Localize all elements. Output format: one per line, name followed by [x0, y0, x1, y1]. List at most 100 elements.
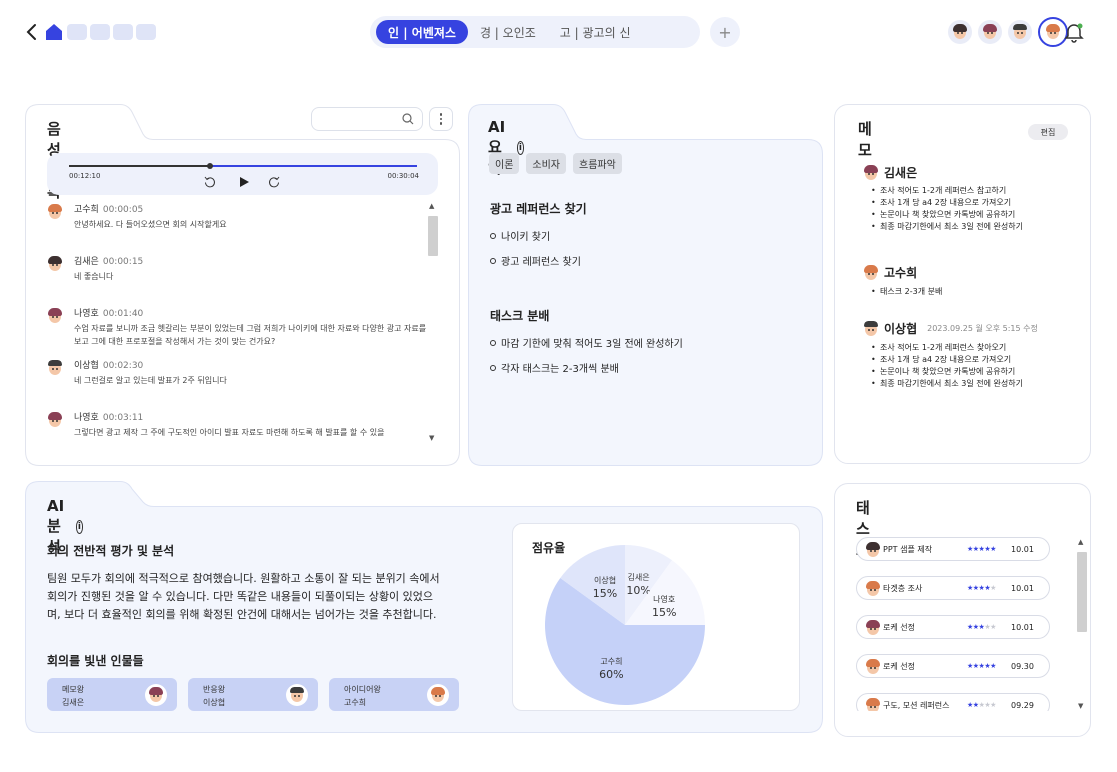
task-item[interactable]: PPT 샘플 제작 ★★★★★ 10.01 [856, 537, 1050, 561]
total-time: 00:30:04 [387, 172, 419, 180]
tab-ad-god[interactable]: 고 | 광고의 신 [548, 20, 643, 44]
memo-timestamp: 2023.09.25 월 오후 5:15 수정 [927, 324, 1038, 333]
task-assignee-avatar [865, 698, 880, 711]
task-scrollbar[interactable]: ▲ ▼ [1075, 536, 1089, 712]
task-item[interactable]: 타겟층 조사 ★★★★★ 10.01 [856, 576, 1050, 600]
award-cards: 메모왕 김새은 반응왕 이상협 아이디어왕 고수희 [47, 678, 459, 711]
pie-slice-label: 김새은 [628, 572, 650, 582]
member-avatars [948, 17, 1068, 47]
current-time: 00:12:10 [69, 172, 101, 180]
speaker-avatar [47, 204, 67, 224]
award-card: 반응왕 이상협 [188, 678, 318, 711]
search-icon [402, 113, 414, 125]
more-options-button[interactable] [429, 107, 453, 131]
room-tabs: 인 | 어벤져스 경 | 오인조 고 | 광고의 신 [370, 16, 700, 48]
analysis-paragraph: 팀원 모두가 회의에 적극적으로 참여했습니다. 원활하고 소통이 잘 되는 분… [47, 572, 440, 621]
memo-edit-button[interactable]: 편집 [1028, 124, 1068, 140]
timestamp: 00:00:05 [102, 205, 144, 215]
task-name: 구도, 모션 레퍼런스 [883, 700, 950, 710]
task-name: PPT 샘플 제작 [883, 544, 933, 554]
member-avatar[interactable] [948, 20, 972, 44]
transcript-message: 김새은 00:00:15 네 좋습니다 [47, 254, 427, 296]
speaker-name: 이상협 [74, 361, 99, 371]
author-avatar [863, 164, 879, 181]
award-card: 아이디어왕 고수희 [329, 678, 459, 711]
task-priority-stars: ★★★★★ [967, 701, 996, 709]
tab-avengers[interactable]: 인 | 어벤져스 [376, 20, 468, 44]
pie-slice-value: 15% [652, 606, 676, 619]
task-priority-stars: ★★★★★ [967, 545, 996, 553]
summary-item: 나이키 찾기 [490, 228, 550, 243]
memo-author: 이상협 2023.09.25 월 오후 5:15 수정 [863, 320, 1038, 337]
speaker-avatar [47, 412, 67, 432]
forward-10-icon[interactable] [268, 176, 280, 188]
back-icon[interactable] [24, 20, 40, 44]
memo-items: 조사 적어도 1-2개 레퍼런스 참고하기 조사 1개 당 a4 2장 내용으로… [870, 185, 1023, 233]
task-item[interactable]: 로케 선정 ★★★★★ 10.01 [856, 615, 1050, 639]
task-due-date: 09.29 [1011, 700, 1034, 710]
keyword-chips: 이론 소비자 흐름파악 [489, 153, 622, 174]
bell-icon[interactable] [1062, 20, 1086, 44]
info-icon[interactable]: i [75, 520, 84, 534]
task-due-date: 10.01 [1011, 544, 1034, 554]
pie-slice-label: 나영호 [653, 594, 675, 604]
message-text: 그렇다면 광고 제작 그 주에 구도적인 아이디 발표 자료도 마련해 하도록 … [74, 428, 385, 437]
task-due-date: 10.01 [1011, 622, 1034, 632]
keyword-chip[interactable]: 이론 [489, 153, 520, 174]
tab-oinjo[interactable]: 경 | 오인조 [468, 20, 548, 44]
task-item[interactable]: 로케 선정 ★★★★★ 09.30 [856, 654, 1050, 678]
task-priority-stars: ★★★★★ [967, 584, 996, 592]
pie-slice-label: 이상협 [594, 575, 616, 585]
member-avatar[interactable] [1008, 20, 1032, 44]
speaker-avatar [47, 256, 67, 276]
message-text: 수업 자료를 보니까 조금 헷갈리는 부분이 있었는데 그럼 저희가 나이키에 … [74, 324, 427, 346]
speaker-name: 나영호 [74, 309, 99, 319]
keyword-chip[interactable]: 소비자 [526, 153, 567, 174]
task-name: 로케 선정 [883, 661, 915, 671]
speaker-avatar [47, 308, 67, 328]
author-avatar [863, 264, 879, 281]
task-assignee-avatar [865, 581, 880, 596]
pie-slice-value: 15% [593, 587, 617, 600]
share-pie-chart: 고수희60%이상협15%김새은10%나영호15% [545, 545, 705, 705]
home-logo-icon [46, 24, 62, 40]
task-assignee-avatar [865, 620, 880, 635]
add-room-button[interactable]: + [710, 17, 740, 47]
task-assignee-avatar [865, 542, 880, 557]
timestamp: 00:00:15 [102, 257, 144, 267]
play-icon[interactable] [238, 176, 250, 188]
rewind-10-icon[interactable] [204, 176, 216, 188]
task-item[interactable]: 구도, 모션 레퍼런스 ★★★★★ 09.29 [856, 693, 1050, 711]
message-text: 안녕하세요. 다 들어오셨으면 회의 시작할게요 [74, 220, 227, 229]
transcript-list: 고수희 00:00:05 안녕하세요. 다 들어오셨으면 회의 시작할게요 김새은… [47, 202, 427, 444]
author-avatar [863, 320, 879, 337]
member-avatar[interactable] [978, 20, 1002, 44]
award-card: 메모왕 김새은 [47, 678, 177, 711]
summary-item: 마감 기한에 맞춰 적어도 3일 전에 완성하기 [490, 335, 683, 350]
highlight-heading: 회의를 빛낸 인물들 [47, 654, 144, 668]
message-text: 네 그런걸로 알고 있는데 발표가 2주 뒤입니다 [74, 376, 227, 385]
task-name: 타겟층 조사 [883, 583, 923, 593]
summary-heading: 광고 레퍼런스 찾기 [490, 202, 587, 216]
award-avatar [427, 684, 449, 706]
speaker-name: 나영호 [74, 413, 99, 423]
analysis-heading: 회의 전반적 평가 및 분석 [47, 544, 175, 558]
pie-slice-label: 고수희 [600, 656, 622, 666]
task-due-date: 09.30 [1011, 661, 1034, 671]
timestamp: 00:02:30 [102, 361, 144, 371]
audio-player: 00:12:10 00:30:04 [47, 153, 438, 195]
task-priority-stars: ★★★★★ [967, 623, 996, 631]
task-list: PPT 샘플 제작 ★★★★★ 10.01 타겟층 조사 ★★★★★ 10.01 로케 선정… [856, 537, 1056, 711]
transcript-message: 이상협 00:02:30 네 그런걸로 알고 있는데 발표가 2주 뒤입니다 [47, 358, 427, 400]
summary-item: 광고 레퍼런스 찾기 [490, 253, 581, 268]
timestamp: 00:03:11 [102, 413, 144, 423]
transcript-search-input[interactable] [311, 107, 423, 131]
keyword-chip[interactable]: 흐름파악 [573, 153, 622, 174]
award-avatar [286, 684, 308, 706]
task-due-date: 10.01 [1011, 583, 1034, 593]
message-text: 네 좋습니다 [74, 272, 114, 281]
app-logo [44, 22, 156, 42]
summary-heading: 태스크 분배 [490, 309, 550, 323]
transcript-scrollbar[interactable]: ▲ ▼ [426, 200, 440, 444]
playback-slider[interactable] [69, 163, 417, 169]
